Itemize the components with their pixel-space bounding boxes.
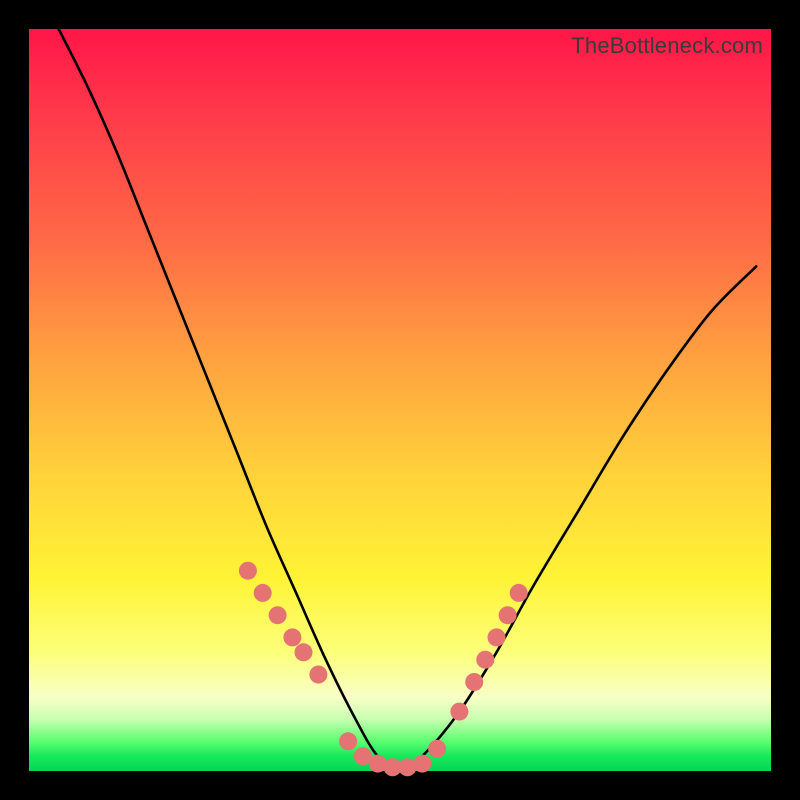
chart-frame: TheBottleneck.com	[0, 0, 800, 800]
curve-marker	[450, 703, 468, 721]
bottleneck-curve	[59, 29, 757, 771]
curve-marker	[239, 562, 257, 580]
curve-marker	[510, 584, 528, 602]
curve-marker	[283, 628, 301, 646]
curve-svg	[29, 29, 771, 771]
curve-marker	[339, 732, 357, 750]
curve-marker	[465, 673, 483, 691]
curve-marker	[309, 666, 327, 684]
curve-marker	[428, 740, 446, 758]
curve-marker	[254, 584, 272, 602]
curve-marker	[499, 606, 517, 624]
curve-marker	[413, 755, 431, 773]
marker-group	[239, 562, 528, 777]
curve-marker	[295, 643, 313, 661]
curve-marker	[269, 606, 287, 624]
plot-area: TheBottleneck.com	[29, 29, 771, 771]
curve-marker	[488, 628, 506, 646]
curve-marker	[476, 651, 494, 669]
